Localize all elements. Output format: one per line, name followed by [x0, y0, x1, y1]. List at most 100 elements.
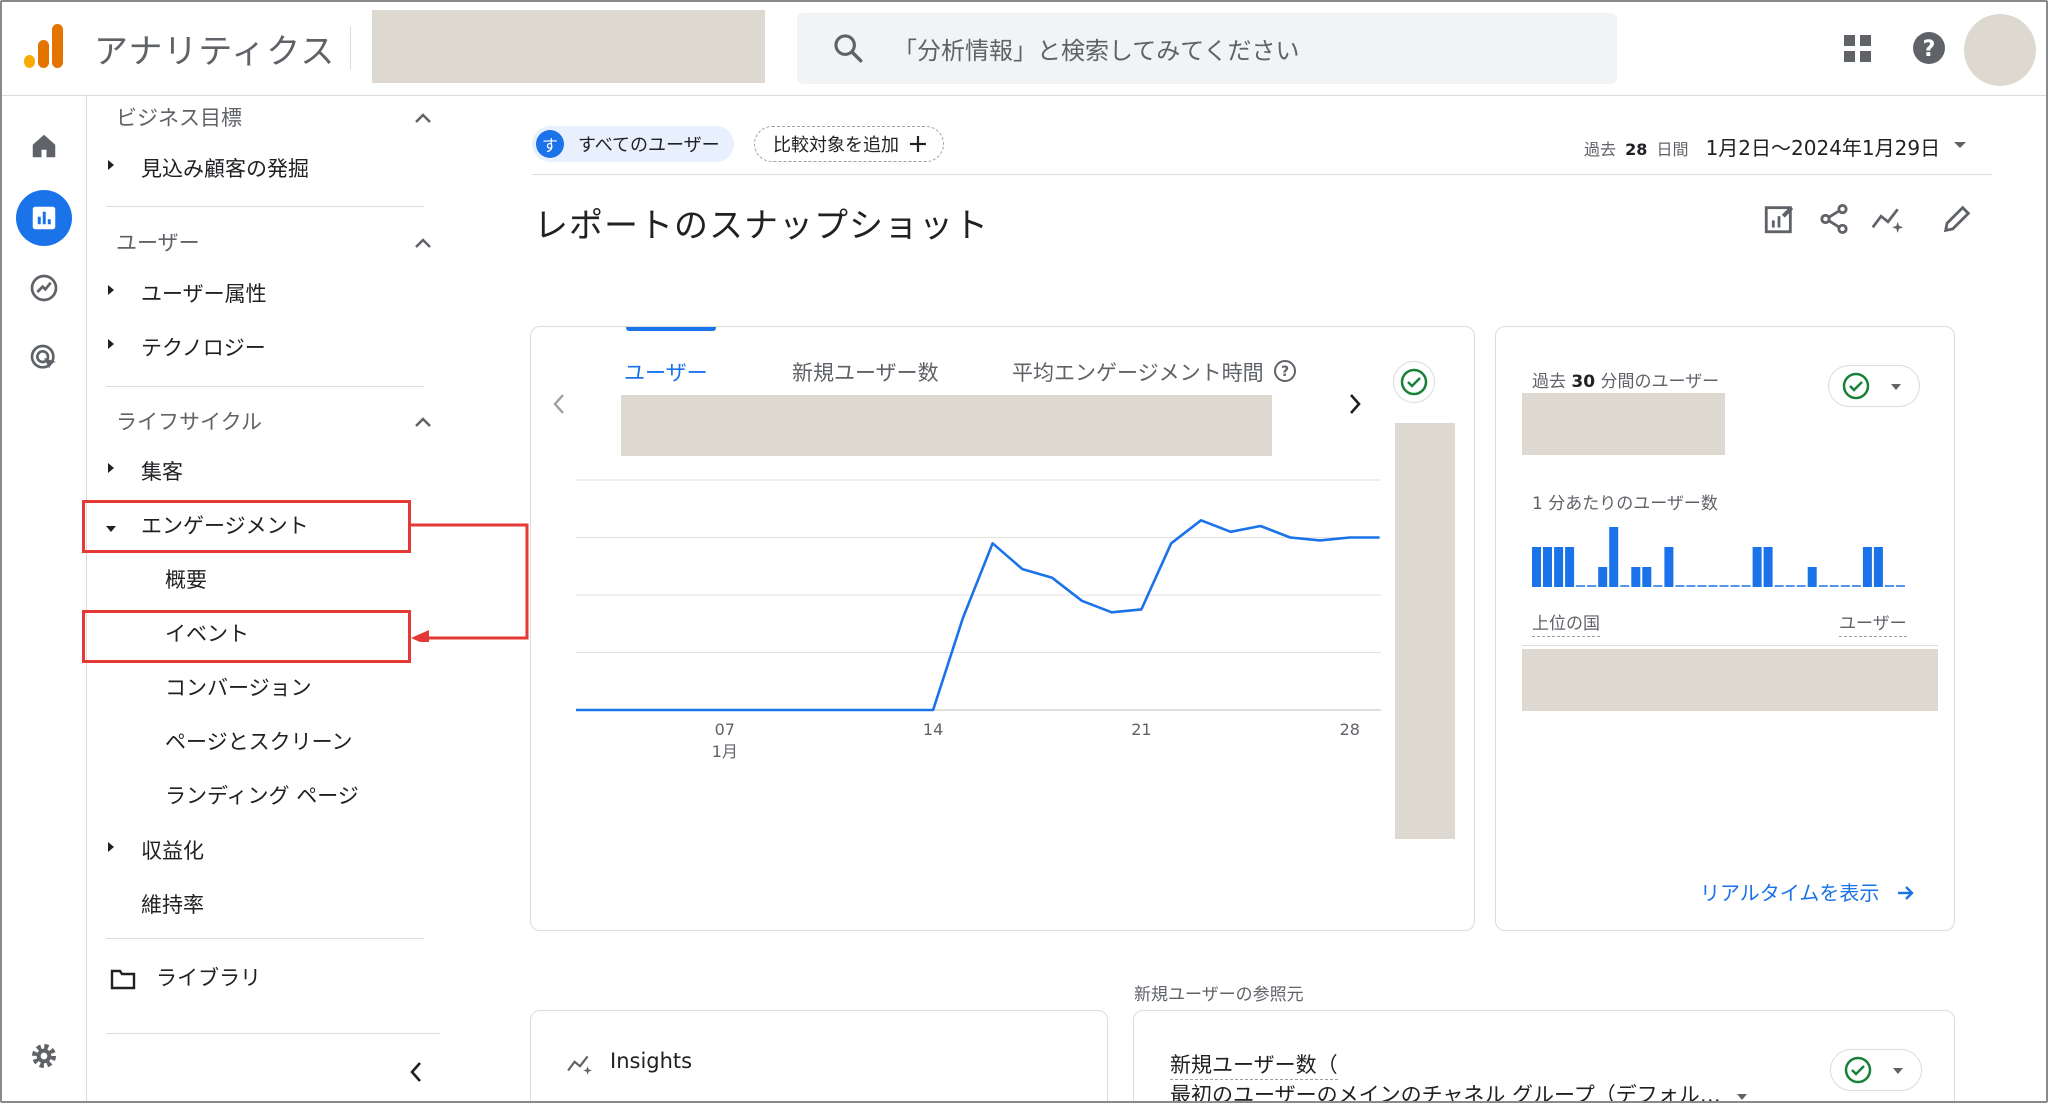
nav-acquisition[interactable]: 集客 [141, 456, 183, 486]
settings-gear-icon[interactable] [22, 1034, 66, 1078]
minute-bar[interactable] [1664, 547, 1674, 587]
dropdown-arrow-icon [1891, 384, 1901, 390]
share-icon[interactable] [1817, 202, 1851, 236]
segment-chip[interactable]: す すべてのユーザー [532, 126, 734, 162]
app-window: アナリティクス 「分析情報」と検索してみてください ? ビジネス目標 見込み顧客… [0, 0, 2048, 1103]
insights-sparkle-icon[interactable] [1870, 202, 1906, 236]
per-minute-bar-chart [1532, 527, 1905, 587]
chevron-left-icon[interactable] [408, 1060, 424, 1084]
section-label-new-user-source: 新規ユーザーの参照元 [1134, 985, 1304, 1005]
per-minute-label: 1 分あたりのユーザー数 [1532, 494, 1718, 514]
minute-bar[interactable] [1554, 547, 1564, 587]
dropdown-arrow-icon[interactable] [1952, 140, 1968, 150]
analytics-logo-icon[interactable] [24, 24, 66, 68]
minute-bar[interactable] [1873, 547, 1883, 587]
chevron-up-icon[interactable] [414, 112, 432, 124]
nav-retention[interactable]: 維持率 [141, 889, 204, 919]
minute-bar[interactable] [1862, 547, 1872, 587]
x-tick-label: 21 [1131, 720, 1152, 739]
minute-bar[interactable] [1807, 567, 1817, 587]
apps-grid-icon[interactable] [1838, 29, 1878, 69]
minute-bar[interactable] [1565, 547, 1575, 587]
advertising-icon[interactable] [22, 336, 66, 380]
minute-bar[interactable] [1642, 567, 1652, 587]
data-quality-dropdown[interactable] [1830, 1049, 1922, 1091]
chevron-left-icon[interactable] [551, 391, 567, 417]
section-user[interactable]: ユーザー [116, 227, 200, 257]
nav-engagement-overview[interactable]: 概要 [165, 564, 207, 594]
explore-icon[interactable] [22, 266, 66, 310]
nav-conversions[interactable]: コンバージョン [165, 672, 312, 702]
section-business-goals[interactable]: ビジネス目標 [116, 102, 242, 132]
users-chart-card: ユーザー 新規ユーザー数 平均エンゲージメント時間 ? 07 14 21 28 1月 [530, 326, 1475, 931]
nav-technology[interactable]: テクノロジー [141, 332, 266, 362]
reports-icon[interactable] [16, 190, 72, 246]
x-tick-month-label: 1月 [711, 742, 738, 761]
minute-bar[interactable] [1752, 547, 1762, 587]
view-realtime-link[interactable]: リアルタイムを表示 [1700, 877, 1916, 906]
edit-pencil-icon[interactable] [1940, 202, 1974, 236]
check-circle-icon [1400, 368, 1428, 396]
top-country-label[interactable]: 上位の国 [1532, 609, 1600, 637]
search-placeholder[interactable]: 「分析情報」と検索してみてください [893, 31, 1300, 66]
minute-bar[interactable] [1609, 527, 1619, 587]
avatar[interactable] [1964, 14, 2036, 86]
minute-bar[interactable] [1631, 567, 1641, 587]
dropdown-arrow-icon [1737, 1094, 1748, 1100]
country-row-placeholder [1522, 649, 1938, 711]
tab-new-users[interactable]: 新規ユーザー数 [792, 357, 939, 387]
date-range-selector[interactable]: 過去 28 日間 1月2日〜2024年1月29日 [1584, 132, 1940, 161]
customize-report-icon[interactable] [1762, 202, 1796, 236]
users-series-line[interactable] [576, 518, 1380, 712]
realtime-card: 過去 30 分間のユーザー 1 分あたりのユーザー数 上位の国 ユーザー リアル… [1495, 326, 1955, 931]
chevron-right-icon[interactable] [1347, 391, 1363, 417]
data-quality-button[interactable] [1393, 361, 1435, 403]
dropdown-arrow-icon [1893, 1068, 1903, 1074]
metric-selector[interactable]: 新規ユーザー数（ [1170, 1049, 1338, 1080]
tab-avg-engagement-time[interactable]: 平均エンゲージメント時間 [1012, 357, 1264, 387]
chevron-up-icon[interactable] [414, 416, 432, 428]
realtime-value-placeholder [1522, 393, 1725, 455]
account-selector[interactable] [372, 10, 765, 83]
segment-label: すべてのユーザー [578, 135, 720, 156]
add-comparison-button[interactable]: 比較対象を追加 [754, 126, 944, 162]
x-tick-label: 28 [1339, 720, 1360, 739]
check-circle-icon [1844, 1056, 1872, 1084]
help-outline-icon[interactable]: ? [1273, 359, 1297, 383]
divider [106, 1033, 440, 1034]
nav-pages-and-screens[interactable]: ページとスクリーン [165, 726, 353, 756]
section-lifecycle[interactable]: ライフサイクル [116, 406, 262, 436]
home-icon[interactable] [22, 124, 66, 168]
dimension-selector[interactable]: 最初のユーザーのメインのチャネル グループ（デフォル… [1170, 1079, 1749, 1101]
header-divider [350, 26, 351, 70]
top-bar: アナリティクス 「分析情報」と検索してみてください ? [2, 2, 2046, 96]
nav-lead-generation[interactable]: 見込み顧客の発掘 [141, 153, 309, 183]
users-column-label[interactable]: ユーザー [1839, 609, 1907, 637]
minute-bar[interactable] [1543, 547, 1552, 587]
minute-bar[interactable] [1532, 547, 1541, 587]
realtime-title-minutes: 30 [1571, 372, 1596, 392]
nav-library[interactable]: ライブラリ [156, 962, 261, 992]
chart-axis-placeholder [1395, 423, 1455, 839]
minute-bar[interactable] [1763, 547, 1773, 587]
chevron-up-icon[interactable] [414, 237, 432, 249]
minute-bar[interactable] [1598, 567, 1608, 587]
segment-avatar: す [536, 130, 564, 158]
insights-card[interactable]: Insights [530, 1010, 1108, 1101]
annotation-arrow [409, 523, 529, 642]
nav-landing-page[interactable]: ランディング ページ [165, 780, 359, 810]
data-quality-dropdown[interactable] [1828, 365, 1920, 407]
insights-sparkle-icon [567, 1055, 592, 1075]
divider [106, 386, 424, 387]
report-sidebar: ビジネス目標 見込み顧客の発掘 ユーザー ユーザー属性 テクノロジー ライフサイ… [88, 96, 458, 1101]
help-icon[interactable]: ? [1909, 28, 1949, 68]
tab-users[interactable]: ユーザー [624, 357, 708, 387]
active-tab-indicator [626, 327, 716, 331]
search-box[interactable]: 「分析情報」と検索してみてください [797, 13, 1617, 84]
caret-right-icon [108, 285, 114, 295]
nav-demographics[interactable]: ユーザー属性 [141, 278, 267, 308]
nav-monetization[interactable]: 収益化 [141, 835, 204, 865]
divider [106, 206, 424, 207]
x-tick-label: 07 [714, 720, 735, 739]
view-realtime-label: リアルタイムを表示 [1700, 881, 1880, 905]
